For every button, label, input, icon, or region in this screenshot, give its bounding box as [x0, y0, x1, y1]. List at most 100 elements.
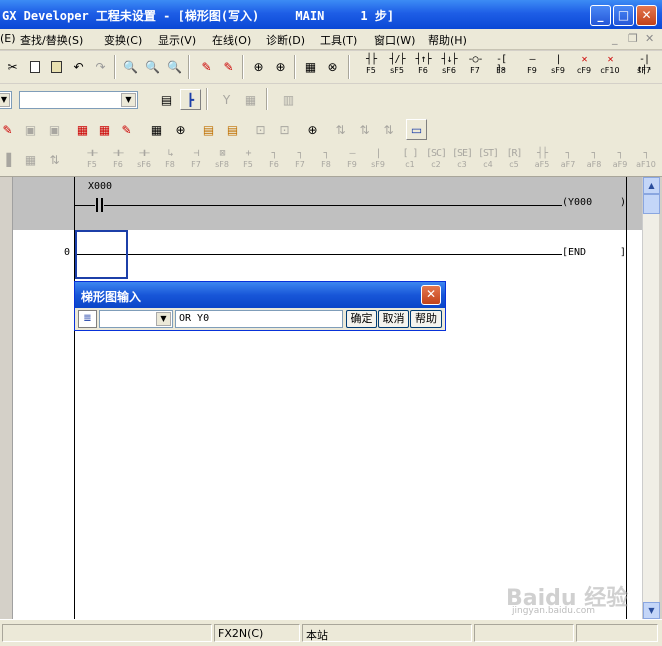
device-batch-icon[interactable]: ▦ — [300, 56, 321, 77]
alias-display-icon[interactable]: ▣ — [44, 119, 65, 140]
menu-online[interactable]: 在线(O) — [212, 32, 251, 48]
read-plc-icon[interactable]: ✎ — [218, 56, 239, 77]
parameter-icon[interactable]: ▥ — [278, 89, 299, 110]
ladder-editor[interactable]: X000 (Y000 ) 0 [END ] — [0, 177, 642, 619]
menu-window[interactable]: 窗口(W) — [374, 32, 415, 48]
paste-icon[interactable] — [46, 56, 67, 77]
fkey2-junction[interactable]: + F5 — [236, 149, 260, 174]
mdi-restore-button[interactable]: ❐ — [628, 32, 638, 45]
ok-button[interactable]: 确定 — [346, 310, 377, 328]
insert-row-icon[interactable]: ⊡ — [250, 119, 271, 140]
menu-diagnose[interactable]: 诊断(D) — [266, 32, 305, 48]
convert-all-icon[interactable]: ▤ — [222, 119, 243, 140]
device-memory-icon[interactable]: ▦ — [240, 89, 261, 110]
dialog-title-bar[interactable]: 梯形图输入 ✕ — [75, 282, 445, 308]
program-list-icon[interactable]: ▤ — [156, 89, 177, 110]
comment-display-icon[interactable]: ▣ — [20, 119, 41, 140]
ladder-cursor[interactable] — [75, 230, 128, 279]
ladder-display-icon[interactable]: ▦ — [146, 119, 167, 140]
fkey2-closed-contact[interactable]: ⊣⊢ F6 — [106, 149, 130, 174]
find-instruction-icon[interactable]: 🔍 — [142, 56, 163, 77]
monitor-write-icon[interactable]: ⊕ — [270, 56, 291, 77]
entry-monitor-icon[interactable]: ⊗ — [322, 56, 343, 77]
menu-help[interactable]: 帮助(H) — [428, 32, 467, 48]
menu-tools[interactable]: 工具(T) — [320, 32, 357, 48]
instruction-input[interactable]: OR Y0 — [175, 310, 343, 328]
fkey2-alt-d[interactable]: ┐ aF10 — [634, 149, 658, 174]
monitor-mode-icon[interactable]: ✎ — [116, 119, 137, 140]
fkey-rising-pulse[interactable]: -|↑|- sF7 — [632, 55, 656, 80]
find-contact-icon[interactable]: 🔍 — [164, 56, 185, 77]
fkey-open-contact[interactable]: ┤├ F5 — [359, 55, 383, 80]
fkey2-corner-c[interactable]: ┐ F8 — [314, 149, 338, 174]
fkey2-sfc-step[interactable]: [ ] c1 — [398, 149, 422, 174]
delete-row-icon[interactable]: ⊡ — [274, 119, 295, 140]
fkey2-open-contact[interactable]: ⊣⊢ F5 — [80, 149, 104, 174]
scroll-down-button[interactable]: ▼ — [643, 602, 660, 619]
zoom-icon[interactable]: ⊕ — [170, 119, 191, 140]
symbol-partial-icon[interactable]: ▐ — [0, 149, 17, 170]
minimize-button[interactable]: _ — [590, 5, 611, 26]
copy-icon[interactable] — [24, 56, 45, 77]
step-run-icon[interactable]: ⇅ — [330, 119, 351, 140]
cut-icon[interactable]: ✂ — [2, 56, 23, 77]
fkey-coil[interactable]: -○- F7 — [463, 55, 487, 80]
ladder-tool-icon[interactable]: ✎ — [0, 119, 18, 140]
chevron-down-icon[interactable]: ▼ — [156, 312, 171, 326]
write-mode-icon[interactable]: ▦ — [72, 119, 93, 140]
menu-view[interactable]: 显示(V) — [158, 32, 196, 48]
fkey2-sfc-se[interactable]: [SE] c3 — [450, 149, 474, 174]
undo-icon[interactable]: ↶ — [68, 56, 89, 77]
symbol-select[interactable]: ▼ — [99, 310, 173, 328]
menu-convert[interactable]: 变换(C) — [104, 32, 142, 48]
fkey-parallel-closed[interactable]: ┤↓├ sF6 — [437, 55, 461, 80]
help-button[interactable]: 帮助 — [410, 310, 442, 328]
symbol-step-icon[interactable]: ⇅ — [44, 149, 65, 170]
fkey2-branch[interactable]: ↳ F8 — [158, 149, 182, 174]
skip-run-icon[interactable]: ⇅ — [378, 119, 399, 140]
fkey2-sfc-sc[interactable]: [SC] c2 — [424, 149, 448, 174]
fkey-vertical-line[interactable]: | sF9 — [546, 55, 570, 80]
find-device-icon[interactable]: 🔍 — [120, 56, 141, 77]
fkey-closed-contact[interactable]: ┤/├ sF5 — [385, 55, 409, 80]
scroll-up-button[interactable]: ▲ — [643, 177, 660, 194]
fkey2-corner-a[interactable]: ┐ F6 — [262, 149, 286, 174]
device-test-icon[interactable]: ⊕ — [302, 119, 323, 140]
fkey2-alt-a[interactable]: ┐ aF7 — [556, 149, 580, 174]
instruction-list-icon[interactable]: ≣ — [78, 310, 97, 328]
fkey2-sfc-st[interactable]: [ST] c4 — [476, 149, 500, 174]
fkey-delete-vertical[interactable]: ✕ cF10 — [598, 55, 622, 80]
fkey2-hline[interactable]: — F9 — [340, 149, 364, 174]
menu-find-replace[interactable]: 查找/替换(S) — [20, 32, 83, 48]
symbol-grid-icon[interactable]: ▦ — [20, 149, 41, 170]
fkey-instruction[interactable]: -[ ]- F8 — [489, 55, 513, 80]
fkey2-sfc-r[interactable]: [R] c5 — [502, 149, 526, 174]
read-mode-icon[interactable]: ▦ — [94, 119, 115, 140]
partial-run-icon[interactable]: ⇅ — [354, 119, 375, 140]
fkey-horizontal-line[interactable]: — F9 — [520, 55, 544, 80]
close-button[interactable]: ✕ — [636, 5, 657, 26]
fkey2-alt-c[interactable]: ┐ aF9 — [608, 149, 632, 174]
device-comment-icon[interactable]: Y — [216, 89, 237, 110]
program-combo-partial[interactable]: ▼ — [0, 91, 12, 109]
vertical-scrollbar[interactable]: ▲ ▼ — [642, 177, 660, 619]
mdi-close-button[interactable]: ✕ — [645, 32, 654, 45]
fkey2-parallel[interactable]: ⊣⊢ sF6 — [132, 149, 156, 174]
monitor-icon[interactable]: ⊕ — [248, 56, 269, 77]
scroll-thumb[interactable] — [643, 194, 660, 214]
cancel-button[interactable]: 取消 — [378, 310, 409, 328]
fkey-parallel-open[interactable]: ┤↑├ F6 — [411, 55, 435, 80]
dialog-close-button[interactable]: ✕ — [421, 285, 441, 305]
fkey2-vline[interactable]: | sF9 — [366, 149, 390, 174]
fkey2-corner-b[interactable]: ┐ F7 — [288, 149, 312, 174]
write-plc-icon[interactable]: ✎ — [196, 56, 217, 77]
fkey2-alt-contact[interactable]: ┤├ aF5 — [530, 149, 554, 174]
fkey-delete-horizontal[interactable]: ✕ cF9 — [572, 55, 596, 80]
program-select[interactable]: ▼ — [19, 91, 138, 109]
fkey2-cross[interactable]: ⊠ sF8 — [210, 149, 234, 174]
mdi-minimize-button[interactable]: _ — [612, 32, 618, 45]
screen-icon[interactable]: ▭ — [406, 119, 427, 140]
fkey2-alt-b[interactable]: ┐ aF8 — [582, 149, 606, 174]
convert-icon[interactable]: ▤ — [198, 119, 219, 140]
redo-icon[interactable]: ↷ — [90, 56, 111, 77]
